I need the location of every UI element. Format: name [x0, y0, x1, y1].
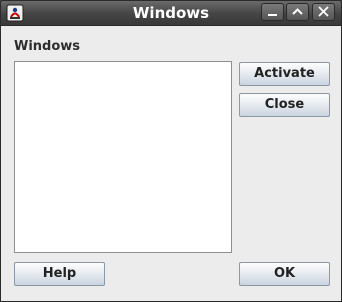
activate-button[interactable]: Activate: [239, 62, 330, 86]
close-window-button[interactable]: [312, 3, 335, 21]
maximize-button[interactable]: [286, 3, 309, 21]
windows-list[interactable]: [14, 61, 232, 253]
windows-dialog: Windows Windows Activate Close Help OK: [0, 0, 342, 302]
minimize-icon: [268, 14, 277, 16]
close-icon: [318, 6, 329, 17]
ok-button[interactable]: OK: [239, 262, 330, 286]
windows-label: Windows: [14, 39, 81, 54]
title-bar[interactable]: Windows: [1, 1, 341, 26]
minimize-button[interactable]: [261, 3, 284, 21]
close-button[interactable]: Close: [239, 93, 330, 117]
help-button[interactable]: Help: [14, 262, 105, 286]
maximize-icon: [292, 8, 303, 15]
dialog-content: Windows Activate Close Help OK: [1, 26, 341, 301]
